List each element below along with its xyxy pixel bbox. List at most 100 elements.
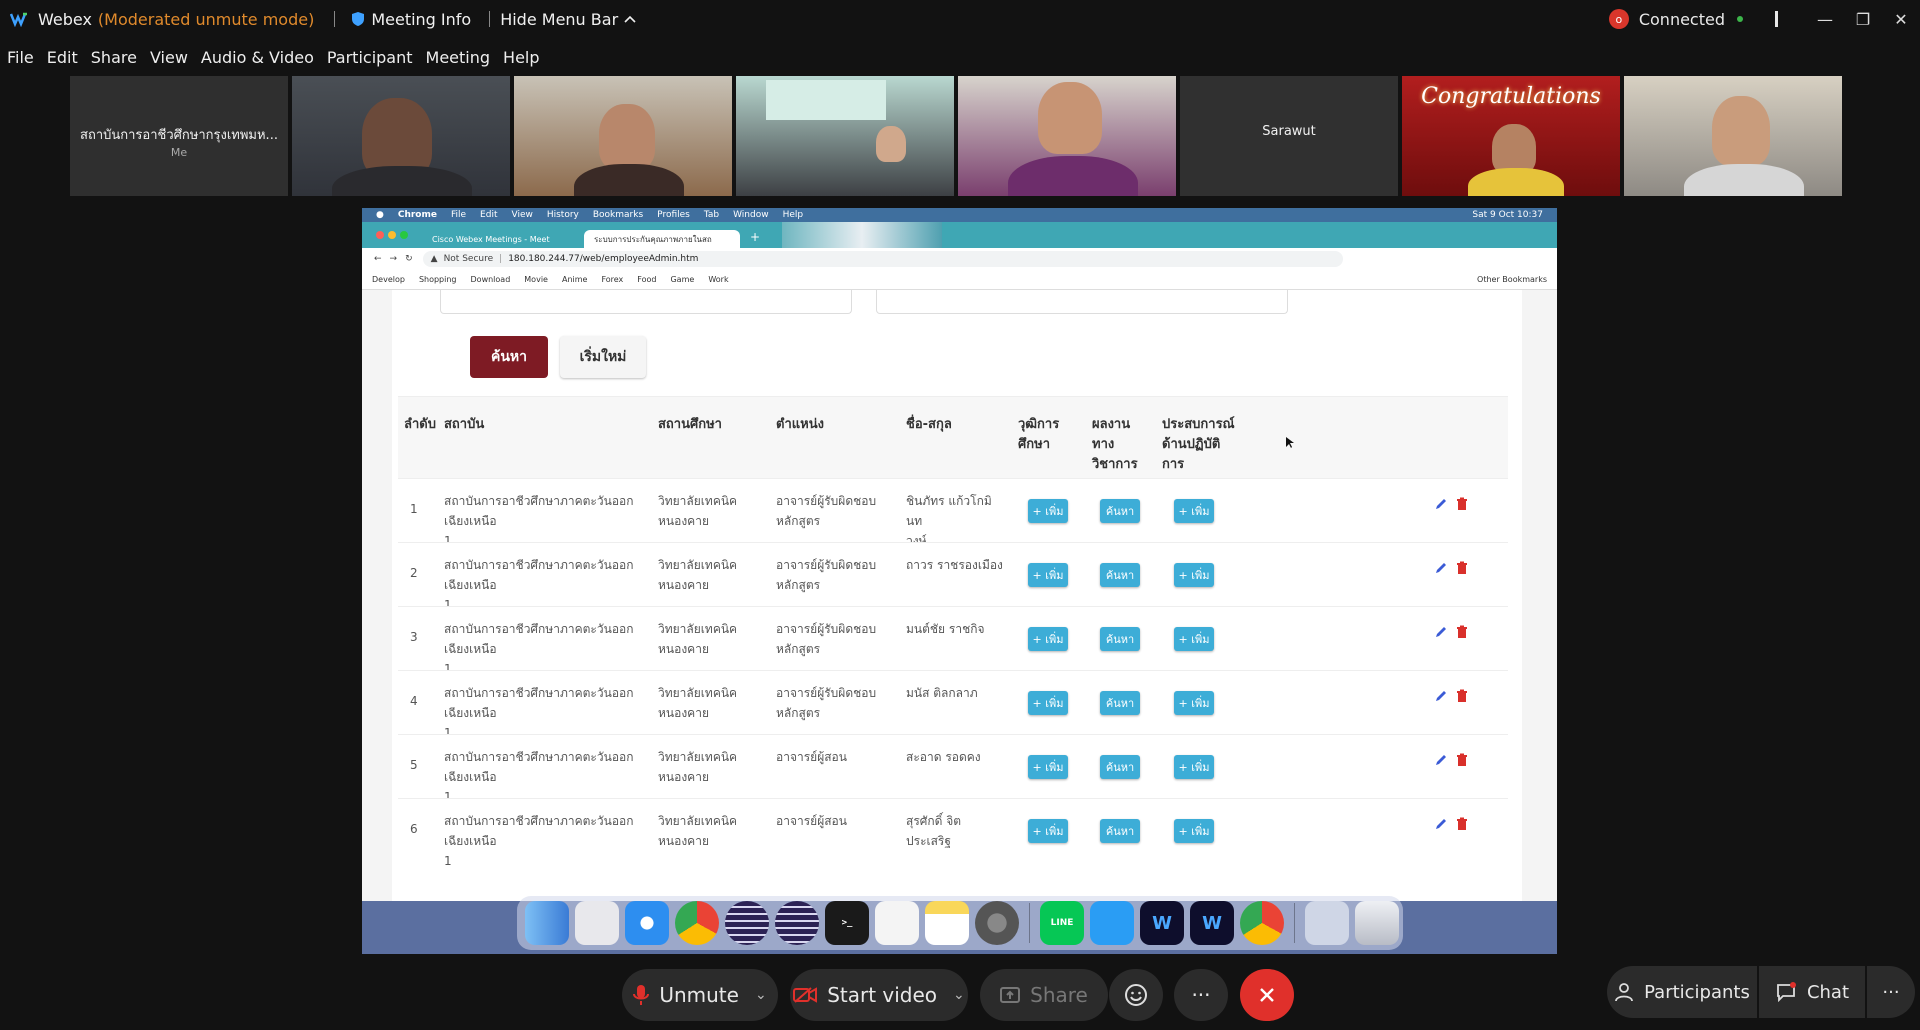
line-icon[interactable]: LINE: [1040, 901, 1084, 945]
bookmark-anime[interactable]: Anime: [562, 275, 587, 284]
notes-icon[interactable]: [925, 901, 969, 945]
webex-meetings-icon[interactable]: W: [1190, 901, 1234, 945]
edit-pencil-icon[interactable]: [1434, 817, 1448, 831]
keynote-icon[interactable]: [1090, 901, 1134, 945]
mac-menu-item[interactable]: Help: [783, 210, 804, 220]
chrome-app-icon[interactable]: [1240, 901, 1284, 945]
chevron-down-icon[interactable]: ⌄: [755, 987, 767, 1003]
system-preferences-icon[interactable]: [975, 901, 1019, 945]
mac-menu-item[interactable]: Chrome: [398, 210, 437, 220]
filter-input[interactable]: [876, 290, 1288, 314]
add-education-button[interactable]: + เพิ่ม: [1028, 691, 1068, 715]
add-education-button[interactable]: + เพิ่ม: [1028, 755, 1068, 779]
add-experience-button[interactable]: + เพิ่ม: [1174, 563, 1214, 587]
mac-menu-item[interactable]: View: [511, 210, 532, 220]
bookmark-work[interactable]: Work: [708, 275, 728, 284]
minimize-icon[interactable]: —: [1806, 0, 1844, 38]
video-tile[interactable]: Sarawut: [1180, 76, 1398, 196]
delete-trash-icon[interactable]: [1456, 689, 1468, 703]
more-options-button[interactable]: ···: [1174, 969, 1228, 1021]
menu-file[interactable]: File: [7, 48, 34, 67]
recording-indicator-icon[interactable]: o: [1608, 9, 1629, 29]
webex-icon[interactable]: W: [1140, 901, 1184, 945]
add-education-button[interactable]: + เพิ่ม: [1028, 563, 1068, 587]
add-experience-button[interactable]: + เพิ่ม: [1174, 691, 1214, 715]
edit-pencil-icon[interactable]: [1434, 497, 1448, 511]
browser-tab[interactable]: Cisco Webex Meetings - Meet: [422, 230, 570, 248]
mac-menu-item[interactable]: Edit: [480, 210, 497, 220]
delete-trash-icon[interactable]: [1456, 753, 1468, 767]
reactions-button[interactable]: [1109, 969, 1163, 1021]
downloads-stack-icon[interactable]: [1305, 901, 1349, 945]
video-tile-self[interactable]: สถาบันการอาชีวศึกษากรุงเทพมห... Me: [70, 76, 288, 196]
mac-menu-item[interactable]: Tab: [704, 210, 719, 220]
delete-trash-icon[interactable]: [1456, 625, 1468, 639]
mac-menu-item[interactable]: Bookmarks: [593, 210, 643, 220]
filter-input[interactable]: [440, 290, 852, 314]
terminal-icon[interactable]: >_: [825, 901, 869, 945]
add-education-button[interactable]: + เพิ่ม: [1028, 499, 1068, 523]
close-icon[interactable]: ✕: [1882, 0, 1920, 38]
video-tile[interactable]: [958, 76, 1176, 196]
eclipse-icon[interactable]: [775, 901, 819, 945]
eclipse-icon[interactable]: [725, 901, 769, 945]
back-icon[interactable]: ←: [374, 254, 382, 264]
restore-icon[interactable]: ❐: [1844, 0, 1882, 38]
leave-meeting-button[interactable]: [1240, 969, 1294, 1021]
search-academic-button[interactable]: ค้นหา: [1100, 499, 1140, 523]
menu-edit[interactable]: Edit: [47, 48, 78, 67]
bookmark-download[interactable]: Download: [471, 275, 511, 284]
launchpad-icon[interactable]: [575, 901, 619, 945]
video-tile[interactable]: Congratulations: [1402, 76, 1620, 196]
search-academic-button[interactable]: ค้นหา: [1100, 563, 1140, 587]
edit-pencil-icon[interactable]: [1434, 561, 1448, 575]
chrome-icon[interactable]: [675, 901, 719, 945]
window-zoom-icon[interactable]: [400, 231, 408, 239]
add-experience-button[interactable]: + เพิ่ม: [1174, 627, 1214, 651]
bookmark-food[interactable]: Food: [637, 275, 656, 284]
bookmark-forex[interactable]: Forex: [601, 275, 623, 284]
search-button[interactable]: ค้นหา: [470, 336, 548, 378]
url-field[interactable]: ▲ Not Secure | 180.180.244.77/web/employ…: [422, 251, 1343, 267]
edit-pencil-icon[interactable]: [1434, 689, 1448, 703]
add-experience-button[interactable]: + เพิ่ม: [1174, 819, 1214, 843]
meeting-info-button[interactable]: Meeting Info: [351, 10, 471, 29]
add-experience-button[interactable]: + เพิ่ม: [1174, 499, 1214, 523]
unmute-button[interactable]: Unmute ⌄: [622, 969, 778, 1021]
video-tile[interactable]: [292, 76, 510, 196]
chevron-down-icon[interactable]: ⌄: [953, 987, 965, 1003]
reload-icon[interactable]: ↻: [405, 254, 413, 264]
add-education-button[interactable]: + เพิ่ม: [1028, 627, 1068, 651]
script-editor-icon[interactable]: [875, 901, 919, 945]
new-tab-icon[interactable]: +: [750, 230, 760, 244]
window-close-icon[interactable]: [376, 231, 384, 239]
menu-share[interactable]: Share: [91, 48, 137, 67]
safari-icon[interactable]: [625, 901, 669, 945]
mac-menu-item[interactable]: File: [451, 210, 466, 220]
video-tile[interactable]: [736, 76, 954, 196]
menu-audio-video[interactable]: Audio & Video: [201, 48, 314, 67]
more-panels-button[interactable]: ···: [1867, 966, 1915, 1018]
menu-meeting[interactable]: Meeting: [426, 48, 491, 67]
mac-menu-item[interactable]: Profiles: [657, 210, 690, 220]
search-academic-button[interactable]: ค้นหา: [1100, 755, 1140, 779]
participants-button[interactable]: Participants: [1607, 966, 1757, 1018]
search-academic-button[interactable]: ค้นหา: [1100, 691, 1140, 715]
mac-menu-item[interactable]: History: [547, 210, 579, 220]
video-tile[interactable]: [514, 76, 732, 196]
edit-pencil-icon[interactable]: [1434, 625, 1448, 639]
menu-participant[interactable]: Participant: [327, 48, 413, 67]
menu-help[interactable]: Help: [503, 48, 539, 67]
delete-trash-icon[interactable]: [1456, 561, 1468, 575]
start-video-button[interactable]: Start video ⌄: [790, 969, 968, 1021]
search-academic-button[interactable]: ค้นหา: [1100, 819, 1140, 843]
trash-icon[interactable]: [1355, 901, 1399, 945]
bookmark-shopping[interactable]: Shopping: [419, 275, 457, 284]
other-bookmarks[interactable]: Other Bookmarks: [1477, 275, 1547, 284]
forward-icon[interactable]: →: [390, 254, 398, 264]
delete-trash-icon[interactable]: [1456, 817, 1468, 831]
share-button[interactable]: Share: [980, 969, 1108, 1021]
mac-menu-item[interactable]: Window: [733, 210, 769, 220]
search-academic-button[interactable]: ค้นหา: [1100, 627, 1140, 651]
finder-icon[interactable]: [525, 901, 569, 945]
